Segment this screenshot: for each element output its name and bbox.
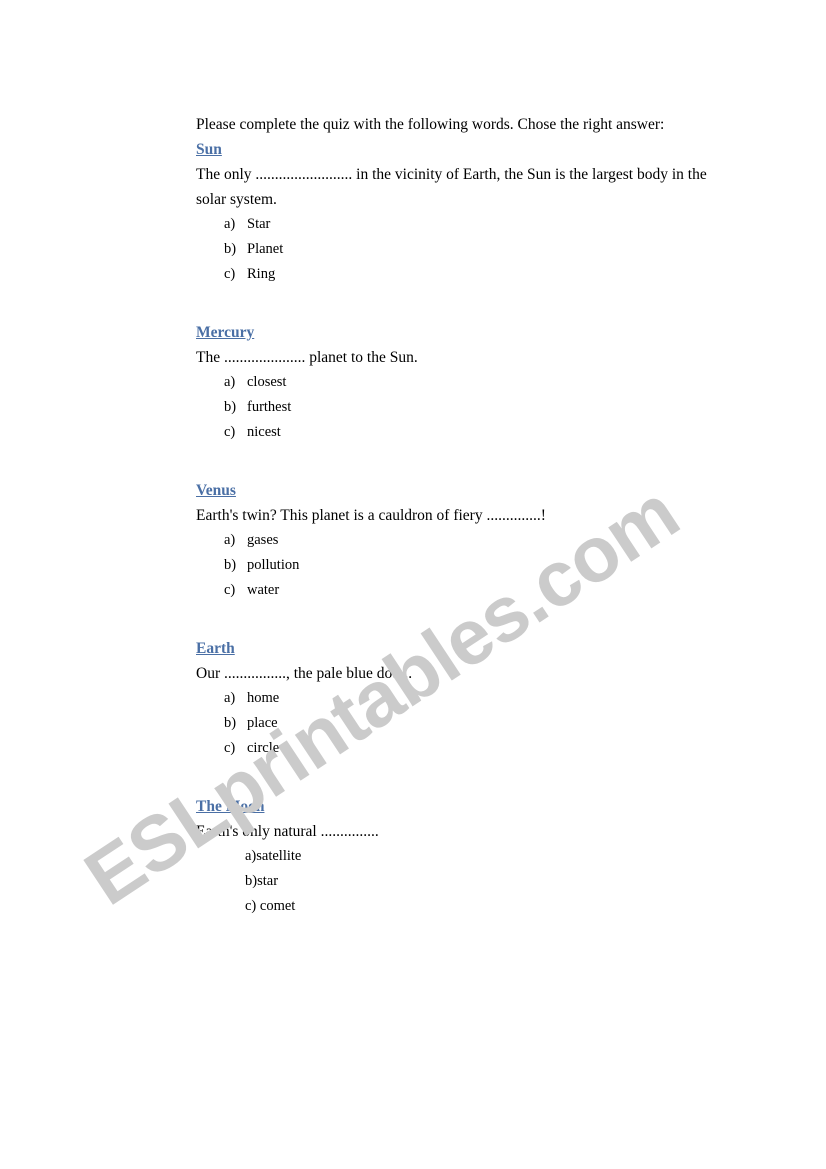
answer-option[interactable]: c) nicest [196,420,716,445]
quiz-section: Mercury The ..................... planet … [196,320,716,445]
option-text: pollution [247,557,300,573]
question-text: Our ................, the pale blue dot … [196,665,413,682]
quiz-sections: Sun The only ......................... in… [196,137,716,919]
question-text: The ..................... planet to the … [196,349,418,366]
planet-heading-link[interactable]: Earth [196,636,235,661]
answer-option[interactable]: b) pollution [196,553,716,578]
option-letter: c) [224,424,236,440]
option-text: place [247,715,278,731]
quiz-section: Venus Earth's twin? This planet is a caul… [196,478,716,603]
option-text: Planet [247,241,284,257]
section-heading-row: Earth [196,636,716,661]
section-heading-row: Sun [196,137,716,162]
answer-option[interactable]: a)satellite [196,844,716,869]
section-heading-row: Venus [196,478,716,503]
question-text: The only ......................... in th… [196,166,707,208]
answer-options-list: a) home b) place c) circle [196,686,716,761]
planet-heading-link[interactable]: The Moon [196,794,264,819]
answer-options-list: a) gases b) pollution c) water [196,528,716,603]
document-body: Please complete the quiz with the follow… [196,112,716,919]
quiz-section: The Moon Earth's only natural ...........… [196,794,716,919]
question-text: Earth's only natural ............... [196,823,379,840]
option-letter: a) [224,532,236,548]
answer-option[interactable]: c) circle [196,736,716,761]
answer-option[interactable]: c) water [196,578,716,603]
option-letter: b) [224,715,237,731]
answer-option[interactable]: b)star [196,869,716,894]
option-letter: b) [224,399,237,415]
option-letter: b) [224,241,237,257]
option-text: circle [247,740,280,756]
answer-option[interactable]: c) Ring [196,262,716,287]
answer-option[interactable]: a) Star [196,212,716,237]
planet-heading-link[interactable]: Venus [196,478,236,503]
instructions-line: Please complete the quiz with the follow… [196,116,665,133]
option-letter: c) [224,582,236,598]
option-text: Ring [247,266,276,282]
option-letter: b) [224,557,237,573]
option-letter: a) [224,374,236,390]
answer-options-list: a)satellite b)star c) comet [196,844,716,919]
answer-option[interactable]: b) Planet [196,237,716,262]
option-letter: c) [224,740,236,756]
answer-option[interactable]: b) furthest [196,395,716,420]
planet-heading-link[interactable]: Mercury [196,320,254,345]
answer-option[interactable]: a) closest [196,370,716,395]
quiz-section: Sun The only ......................... in… [196,137,716,287]
option-text: closest [247,374,287,390]
answer-options-list: a) closest b) furthest c) nicest [196,370,716,445]
option-letter: a) [224,690,236,706]
option-letter: a) [224,216,236,232]
answer-option[interactable]: a) home [196,686,716,711]
question-text: Earth's twin? This planet is a cauldron … [196,507,546,524]
answer-option[interactable]: b) place [196,711,716,736]
option-text: Star [247,216,271,232]
option-text: satellite [256,848,302,864]
option-text: comet [256,898,296,914]
option-text: water [247,582,280,598]
option-letter: b) [245,873,258,889]
option-text: home [247,690,280,706]
option-letter: c) [245,898,257,914]
quiz-section: Earth Our ................, the pale blue… [196,636,716,761]
option-letter: a) [245,848,257,864]
option-text: nicest [247,424,281,440]
answer-option[interactable]: a) gases [196,528,716,553]
document-page: Please complete the quiz with the follow… [0,0,826,1169]
section-heading-row: The Moon [196,794,716,819]
answer-options-list: a) Star b) Planet c) Ring [196,212,716,287]
option-text: furthest [247,399,292,415]
option-text: star [257,873,279,889]
option-letter: c) [224,266,236,282]
answer-option[interactable]: c) comet [196,894,716,919]
planet-heading-link[interactable]: Sun [196,137,222,162]
option-text: gases [247,532,279,548]
section-heading-row: Mercury [196,320,716,345]
